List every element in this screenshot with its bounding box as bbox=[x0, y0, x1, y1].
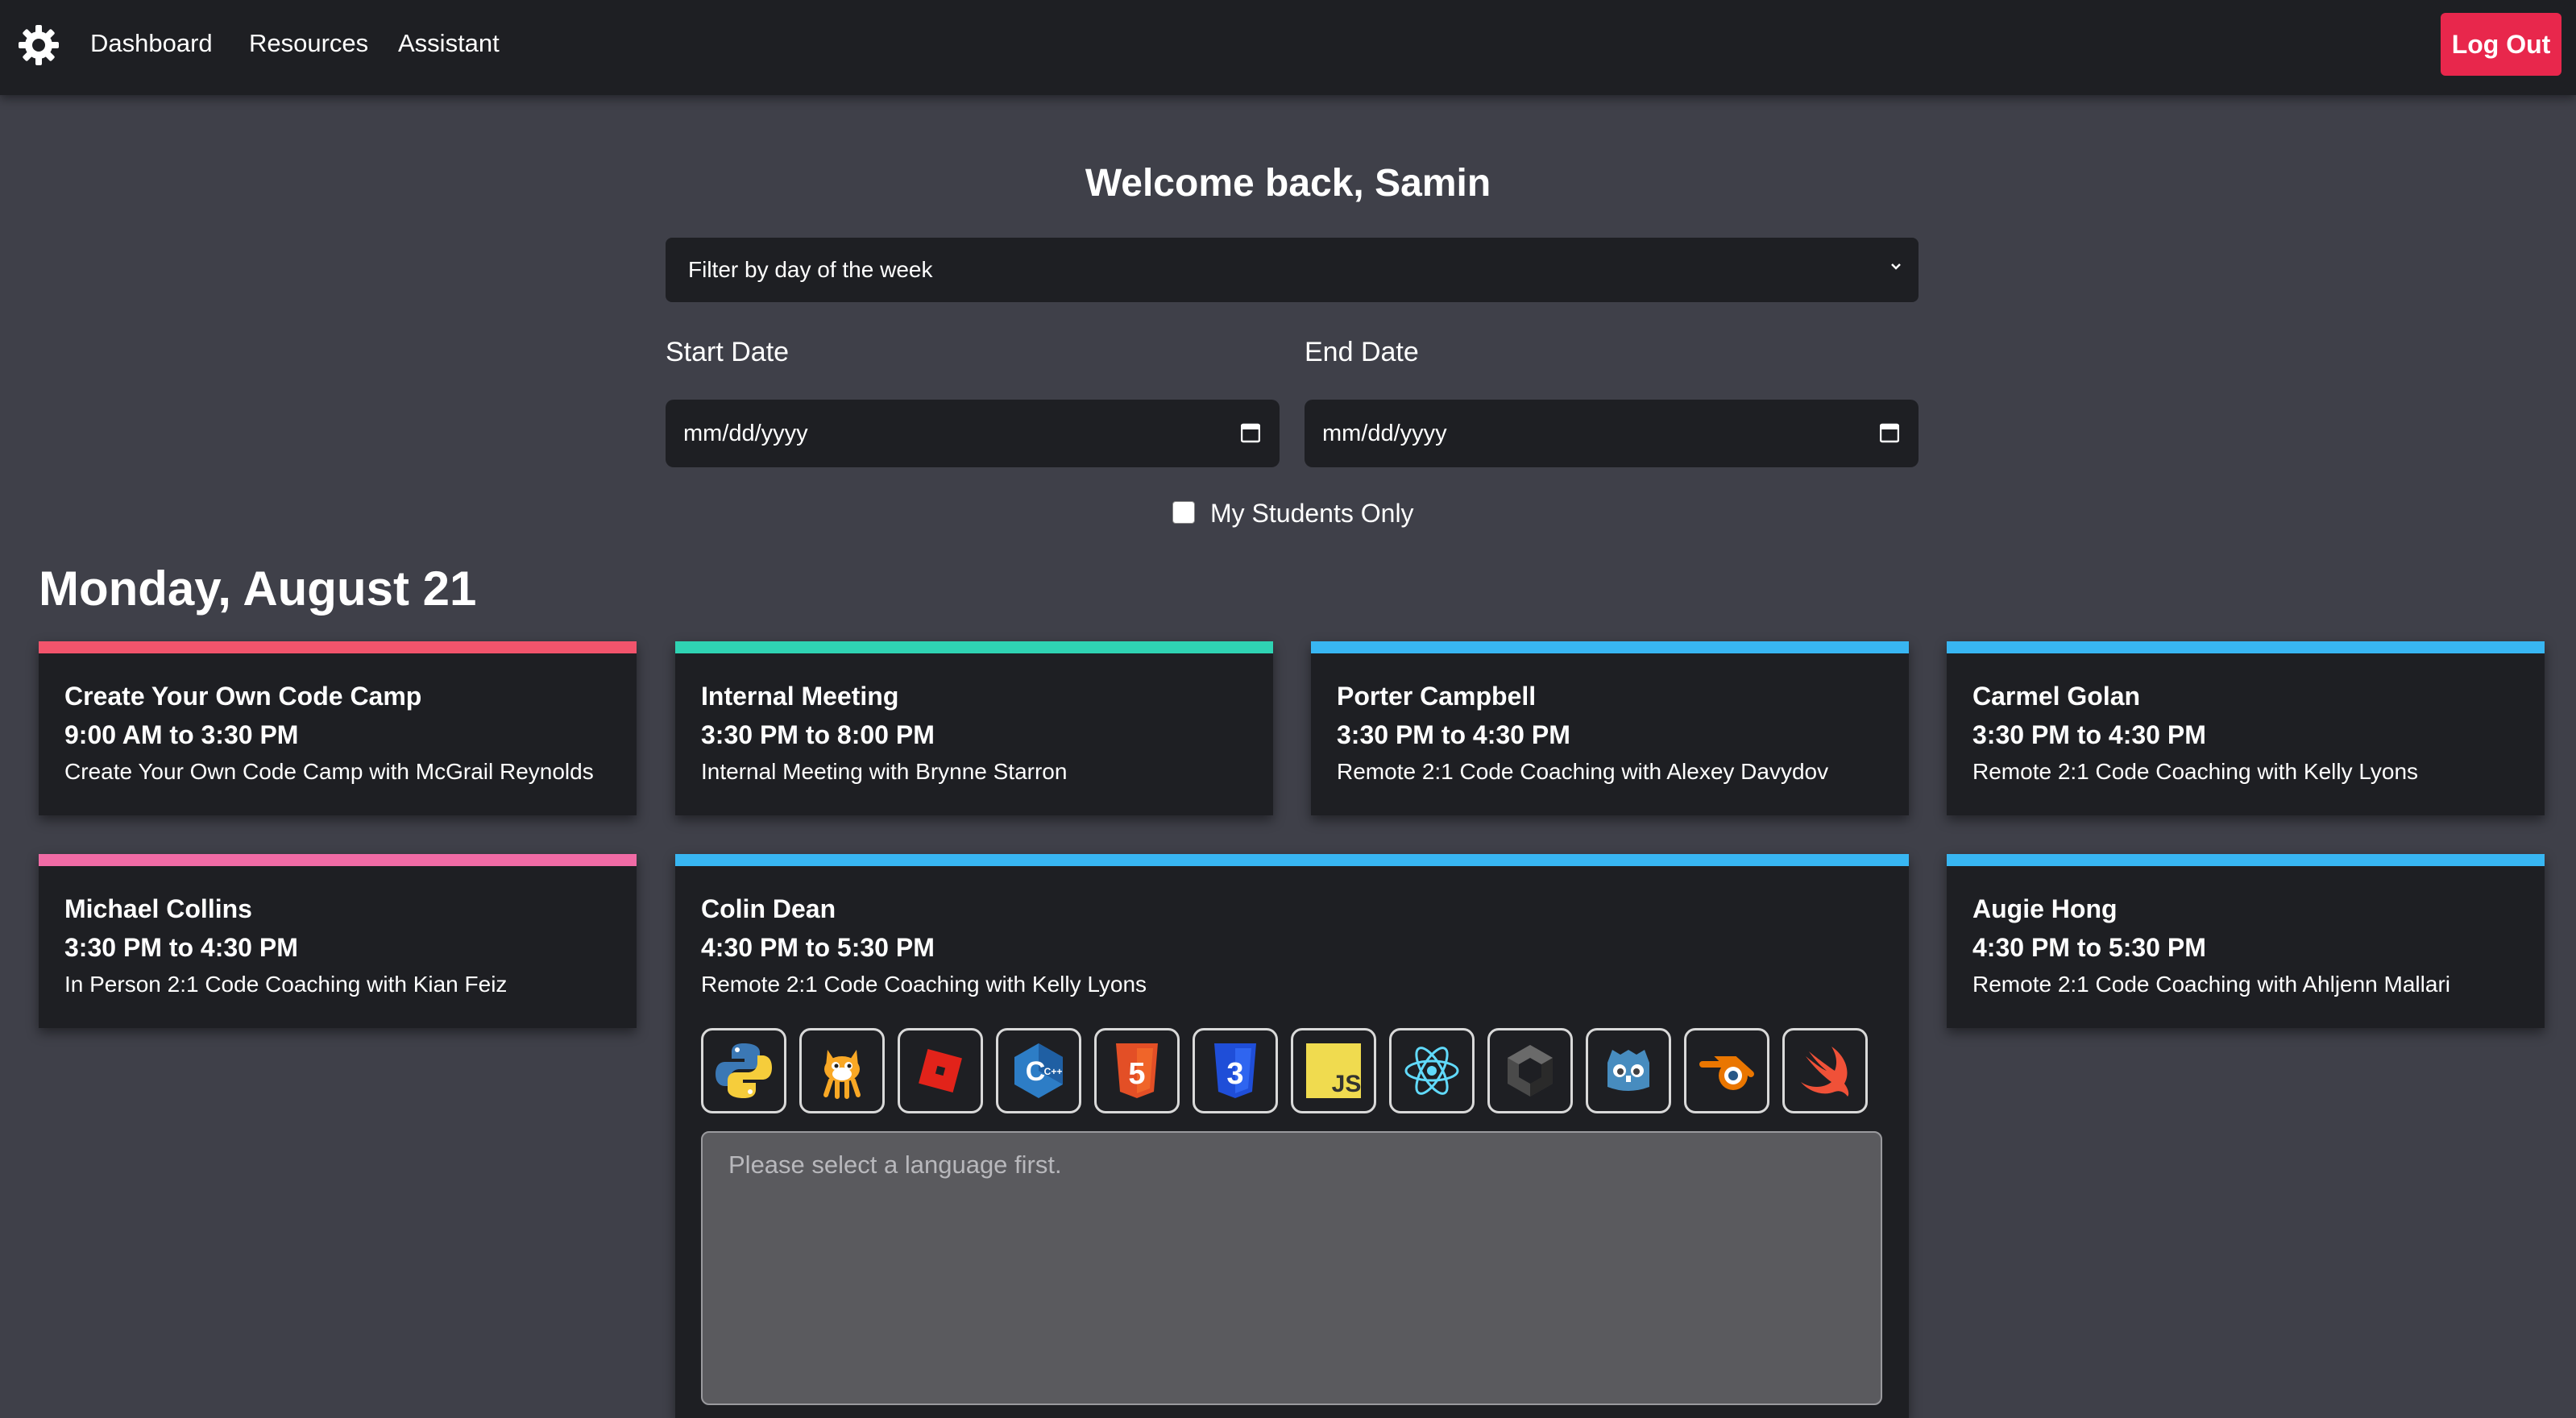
event-time: 4:30 PM to 5:30 PM bbox=[701, 933, 935, 962]
end-date-input[interactable]: mm/dd/yyyy bbox=[1305, 400, 1919, 467]
event-time: 3:30 PM to 4:30 PM bbox=[1972, 720, 2206, 749]
html5-icon: 5 bbox=[1116, 1043, 1158, 1098]
event-title: Porter Campbell bbox=[1337, 682, 1537, 711]
nav-link-assistant[interactable]: Assistant bbox=[398, 29, 500, 58]
day-filter-value: Filter by day of the week bbox=[688, 257, 933, 282]
nav-link-dashboard[interactable]: Dashboard bbox=[90, 29, 213, 58]
event-color-bar bbox=[1947, 854, 2545, 866]
event-title: Michael Collins bbox=[64, 894, 252, 923]
event-card[interactable]: Augie Hong 4:30 PM to 5:30 PM Remote 2:1… bbox=[1947, 854, 2545, 1028]
swift-icon bbox=[1801, 1047, 1849, 1097]
language-button-javascript[interactable]: JS bbox=[1291, 1028, 1376, 1113]
event-title: Create Your Own Code Camp bbox=[64, 682, 422, 711]
end-date-label: End Date bbox=[1305, 337, 1419, 367]
language-button-html5[interactable]: 5 bbox=[1094, 1028, 1180, 1113]
language-button-python[interactable] bbox=[701, 1028, 786, 1113]
event-description: Remote 2:1 Code Coaching with Alexey Dav… bbox=[1337, 759, 1829, 784]
event-color-bar bbox=[1947, 641, 2545, 653]
javascript-icon: JS bbox=[1306, 1043, 1362, 1098]
event-card[interactable]: Create Your Own Code Camp 9:00 AM to 3:3… bbox=[39, 641, 637, 815]
event-time: 3:30 PM to 4:30 PM bbox=[1337, 720, 1570, 749]
unity-icon bbox=[1508, 1045, 1553, 1097]
gear-logo-icon[interactable] bbox=[16, 23, 61, 68]
event-card[interactable]: Porter Campbell 3:30 PM to 4:30 PM Remot… bbox=[1311, 641, 1909, 815]
language-button-godot[interactable] bbox=[1586, 1028, 1671, 1113]
event-time: 4:30 PM to 5:30 PM bbox=[1972, 933, 2206, 962]
event-description: Remote 2:1 Code Coaching with Kelly Lyon… bbox=[1972, 759, 2419, 784]
language-button-cpp[interactable]: C C++ bbox=[996, 1028, 1081, 1113]
assistant-prompt-textarea[interactable] bbox=[701, 1131, 1882, 1405]
cpp-badge: C++ bbox=[1044, 1066, 1063, 1077]
event-description: Remote 2:1 Code Coaching with Ahljenn Ma… bbox=[1972, 972, 2450, 997]
event-color-bar bbox=[675, 641, 1273, 653]
javascript-badge: JS bbox=[1332, 1071, 1362, 1097]
event-title: Carmel Golan bbox=[1972, 682, 2141, 711]
event-color-bar bbox=[39, 854, 637, 866]
css3-icon: 3 bbox=[1214, 1043, 1256, 1098]
event-description: Create Your Own Code Camp with McGrail R… bbox=[64, 759, 594, 784]
my-students-label: My Students Only bbox=[1210, 499, 1414, 528]
event-title: Internal Meeting bbox=[701, 682, 899, 711]
language-selector: C C++ 5 3 JS bbox=[701, 1028, 1868, 1113]
event-color-bar bbox=[675, 854, 1909, 866]
cpp-icon: C C++ bbox=[1014, 1043, 1063, 1098]
language-button-blender[interactable] bbox=[1684, 1028, 1769, 1113]
day-heading: Monday, August 21 bbox=[39, 562, 477, 616]
event-description: Remote 2:1 Code Coaching with Kelly Lyon… bbox=[701, 972, 1147, 997]
nav-link-resources[interactable]: Resources bbox=[249, 29, 368, 58]
react-icon bbox=[1404, 1047, 1459, 1095]
event-card[interactable]: Internal Meeting 3:30 PM to 8:00 PM Inte… bbox=[675, 641, 1273, 815]
language-button-roblox[interactable] bbox=[898, 1028, 983, 1113]
python-icon bbox=[716, 1043, 772, 1098]
end-date-value: mm/dd/yyyy bbox=[1322, 421, 1447, 446]
start-date-input[interactable]: mm/dd/yyyy bbox=[666, 400, 1280, 467]
logout-button[interactable]: Log Out bbox=[2441, 13, 2561, 76]
roblox-icon bbox=[919, 1049, 962, 1093]
css3-badge: 3 bbox=[1226, 1057, 1243, 1091]
event-color-bar bbox=[1311, 641, 1909, 653]
my-students-checkbox[interactable] bbox=[1172, 501, 1195, 524]
chevron-down-icon bbox=[1891, 263, 1901, 270]
event-time: 3:30 PM to 8:00 PM bbox=[701, 720, 935, 749]
event-card[interactable]: Michael Collins 3:30 PM to 4:30 PM In Pe… bbox=[39, 854, 637, 1028]
welcome-heading: Welcome back, Samin bbox=[1085, 162, 1491, 205]
language-button-scratch[interactable] bbox=[799, 1028, 885, 1113]
event-title: Augie Hong bbox=[1972, 894, 2118, 923]
language-button-react[interactable] bbox=[1389, 1028, 1475, 1113]
godot-icon bbox=[1607, 1050, 1649, 1091]
event-time: 9:00 AM to 3:30 PM bbox=[64, 720, 299, 749]
event-color-bar bbox=[39, 641, 637, 653]
day-filter-select[interactable]: Filter by day of the week bbox=[666, 238, 1919, 302]
html5-badge: 5 bbox=[1128, 1057, 1145, 1091]
calendar-icon[interactable] bbox=[1880, 422, 1899, 443]
language-button-css3[interactable]: 3 bbox=[1193, 1028, 1278, 1113]
scratch-icon bbox=[823, 1050, 861, 1099]
event-description: Internal Meeting with Brynne Starron bbox=[701, 759, 1068, 784]
event-description: In Person 2:1 Code Coaching with Kian Fe… bbox=[64, 972, 508, 997]
event-card-expanded[interactable]: Colin Dean 4:30 PM to 5:30 PM Remote 2:1… bbox=[675, 854, 1909, 1418]
calendar-icon[interactable] bbox=[1241, 422, 1260, 443]
event-time: 3:30 PM to 4:30 PM bbox=[64, 933, 298, 962]
start-date-label: Start Date bbox=[666, 337, 790, 367]
event-title: Colin Dean bbox=[701, 894, 836, 923]
svg-text:C: C bbox=[1026, 1056, 1046, 1087]
start-date-value: mm/dd/yyyy bbox=[683, 421, 808, 446]
navbar: Dashboard Resources Assistant Log Out bbox=[0, 0, 2576, 95]
event-card[interactable]: Carmel Golan 3:30 PM to 4:30 PM Remote 2… bbox=[1947, 641, 2545, 815]
language-button-swift[interactable] bbox=[1782, 1028, 1868, 1113]
blender-icon bbox=[1699, 1056, 1754, 1090]
language-button-unity[interactable] bbox=[1487, 1028, 1573, 1113]
